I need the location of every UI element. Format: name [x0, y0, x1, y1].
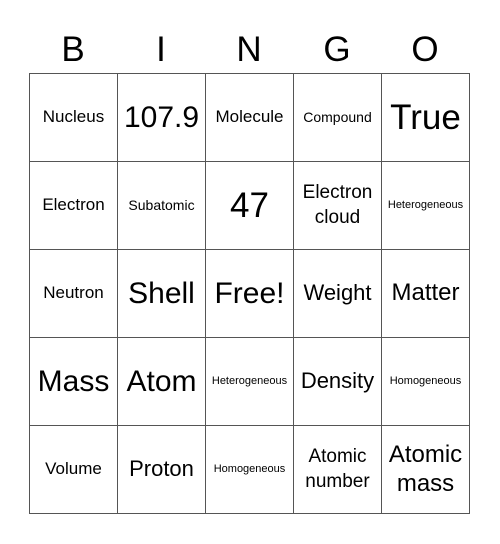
bingo-cell[interactable]: Proton [118, 426, 206, 514]
bingo-cell[interactable]: Atomic number [294, 426, 382, 514]
bingo-cell[interactable]: Electron [30, 162, 118, 250]
free-space-cell[interactable]: Free! [206, 250, 294, 338]
bingo-cell[interactable]: Molecule [206, 74, 294, 162]
bingo-cell[interactable]: 47 [206, 162, 294, 250]
bingo-cell[interactable]: Density [294, 338, 382, 426]
bingo-board: Nucleus 107.9 Molecule Compound True Ele… [29, 73, 470, 514]
bingo-cell[interactable]: Homogeneous [206, 426, 294, 514]
header-letter-o: O [411, 30, 439, 69]
bingo-cell[interactable]: Volume [30, 426, 118, 514]
bingo-cell[interactable]: Heterogeneous [382, 162, 470, 250]
bingo-cell[interactable]: Matter [382, 250, 470, 338]
bingo-cell[interactable]: Electron cloud [294, 162, 382, 250]
bingo-cell[interactable]: Heterogeneous [206, 338, 294, 426]
header-letter-g: G [323, 30, 351, 69]
bingo-cell[interactable]: Nucleus [30, 74, 118, 162]
bingo-cell[interactable]: 107.9 [118, 74, 206, 162]
bingo-cell[interactable]: Subatomic [118, 162, 206, 250]
bingo-cell[interactable]: Homogeneous [382, 338, 470, 426]
bingo-cell[interactable]: Mass [30, 338, 118, 426]
bingo-cell[interactable]: Atomic mass [382, 426, 470, 514]
bingo-cell[interactable]: Compound [294, 74, 382, 162]
bingo-cell[interactable]: True [382, 74, 470, 162]
header-letter-b: B [61, 30, 85, 69]
bingo-cell[interactable]: Weight [294, 250, 382, 338]
header-letter-i: I [156, 30, 166, 69]
header-letter-n: N [236, 30, 262, 69]
bingo-cell[interactable]: Shell [118, 250, 206, 338]
bingo-header: B I N G O [29, 28, 470, 72]
bingo-cell[interactable]: Neutron [30, 250, 118, 338]
bingo-cell[interactable]: Atom [118, 338, 206, 426]
